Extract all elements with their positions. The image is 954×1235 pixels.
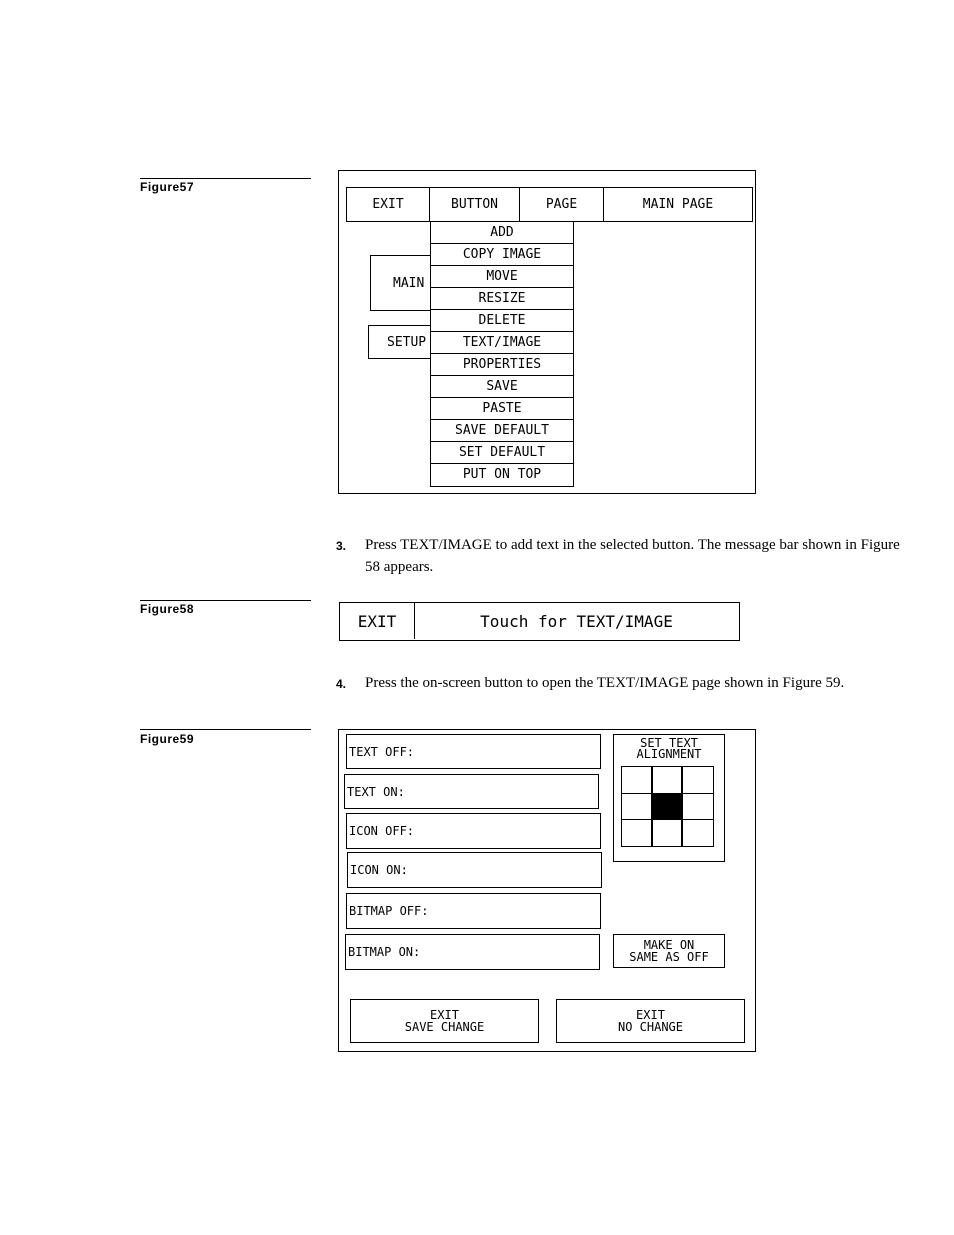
button-label: SAVE CHANGE xyxy=(404,1020,485,1034)
exit-no-change-button[interactable]: EXIT NO CHANGE xyxy=(556,999,745,1043)
menu-button[interactable]: BUTTON xyxy=(429,187,520,222)
figure-label: Figure58 xyxy=(140,602,195,616)
dropdown-item-copy-image[interactable]: COPY IMAGE xyxy=(430,243,574,267)
alignment-cell-center[interactable] xyxy=(650,792,683,820)
make-on-same-as-off-button[interactable]: MAKE ON SAME AS OFF xyxy=(613,934,725,968)
alignment-cell-top-left[interactable] xyxy=(620,765,652,794)
text-on-field[interactable]: TEXT ON: xyxy=(344,774,599,809)
step-number: 4. xyxy=(336,677,347,691)
alignment-cell-middle-left[interactable] xyxy=(620,792,652,820)
divider xyxy=(140,178,311,179)
figure59-screen: TEXT OFF: TEXT ON: ICON OFF: ICON ON: BI… xyxy=(338,729,756,1052)
alignment-cell-bottom-left[interactable] xyxy=(620,818,652,847)
dropdown-item-delete[interactable]: DELETE xyxy=(430,309,574,333)
icon-off-field[interactable]: ICON OFF: xyxy=(346,813,601,849)
alignment-cell-middle-right[interactable] xyxy=(681,792,714,820)
step-text: Press the on-screen button to open the T… xyxy=(365,675,845,691)
dropdown-item-put-on-top[interactable]: PUT ON TOP xyxy=(430,463,574,487)
dropdown-item-properties[interactable]: PROPERTIES xyxy=(430,353,574,377)
menu-main-page[interactable]: MAIN PAGE xyxy=(603,187,753,222)
dropdown-item-move[interactable]: MOVE xyxy=(430,265,574,289)
alignment-cell-top-center[interactable] xyxy=(650,765,683,794)
alignment-grid xyxy=(620,765,714,847)
alignment-title-line2: ALIGNMENT xyxy=(636,747,702,761)
divider xyxy=(140,600,311,601)
dropdown-item-save-default[interactable]: SAVE DEFAULT xyxy=(430,419,574,443)
alignment-cell-bottom-right[interactable] xyxy=(681,818,714,847)
alignment-cell-top-right[interactable] xyxy=(681,765,714,794)
dropdown-item-paste[interactable]: PASTE xyxy=(430,397,574,421)
bitmap-off-field[interactable]: BITMAP OFF: xyxy=(346,893,601,929)
exit-save-change-button[interactable]: EXIT SAVE CHANGE xyxy=(350,999,539,1043)
manual-page: Figure57 MAIN SETUP EXIT BUTTON PAGE MAI… xyxy=(0,0,954,1235)
menu-exit[interactable]: EXIT xyxy=(346,187,430,222)
message-text[interactable]: Touch for TEXT/IMAGE xyxy=(415,603,738,639)
text-alignment-panel: SET TEXT ALIGNMENT xyxy=(613,734,725,862)
bitmap-on-field[interactable]: BITMAP ON: xyxy=(345,934,600,970)
button-label: NO CHANGE xyxy=(617,1020,684,1034)
dropdown-item-save[interactable]: SAVE xyxy=(430,375,574,399)
alignment-title: SET TEXT ALIGNMENT xyxy=(614,737,724,761)
button-label: SAME AS OFF xyxy=(629,950,709,964)
dropdown-item-add[interactable]: ADD xyxy=(430,221,574,245)
text-off-field[interactable]: TEXT OFF: xyxy=(346,734,601,769)
figure57-screen: MAIN SETUP EXIT BUTTON PAGE MAIN PAGE AD… xyxy=(338,170,756,494)
menu-page[interactable]: PAGE xyxy=(519,187,604,222)
divider xyxy=(140,729,311,730)
button-dropdown-menu: ADD COPY IMAGE MOVE RESIZE DELETE TEXT/IMAGE P… xyxy=(430,221,574,487)
exit-button[interactable]: EXIT xyxy=(340,603,415,639)
dropdown-item-resize[interactable]: RESIZE xyxy=(430,287,574,311)
alignment-cell-bottom-center[interactable] xyxy=(650,818,683,847)
step-number: 3. xyxy=(336,539,347,553)
message-bar: EXIT Touch for TEXT/IMAGE xyxy=(339,602,740,641)
figure-label: Figure57 xyxy=(140,180,195,194)
step-text: Press TEXT/IMAGE to add text in the sele… xyxy=(365,537,900,575)
dropdown-item-set-default[interactable]: SET DEFAULT xyxy=(430,441,574,465)
figure-label: Figure59 xyxy=(140,732,195,746)
dropdown-item-text-image[interactable]: TEXT/IMAGE xyxy=(430,331,574,355)
icon-on-field[interactable]: ICON ON: xyxy=(347,852,602,888)
